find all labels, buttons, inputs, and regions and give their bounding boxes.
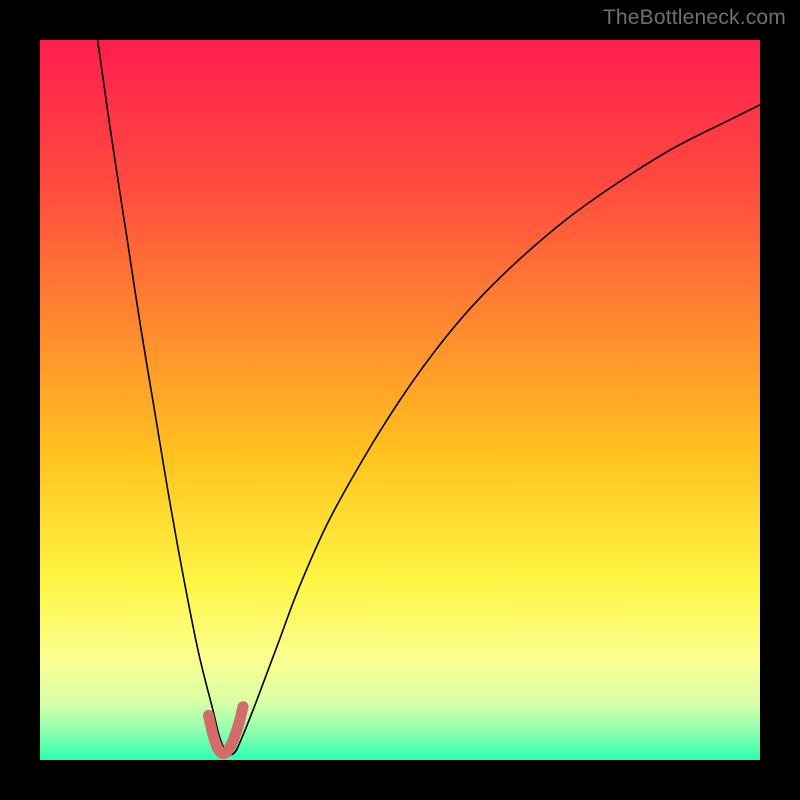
curve-layer — [40, 40, 760, 760]
bottleneck-curve — [98, 40, 760, 755]
plot-area — [40, 40, 760, 760]
watermark-text: TheBottleneck.com — [603, 6, 786, 30]
chart-stage: TheBottleneck.com — [0, 0, 800, 800]
